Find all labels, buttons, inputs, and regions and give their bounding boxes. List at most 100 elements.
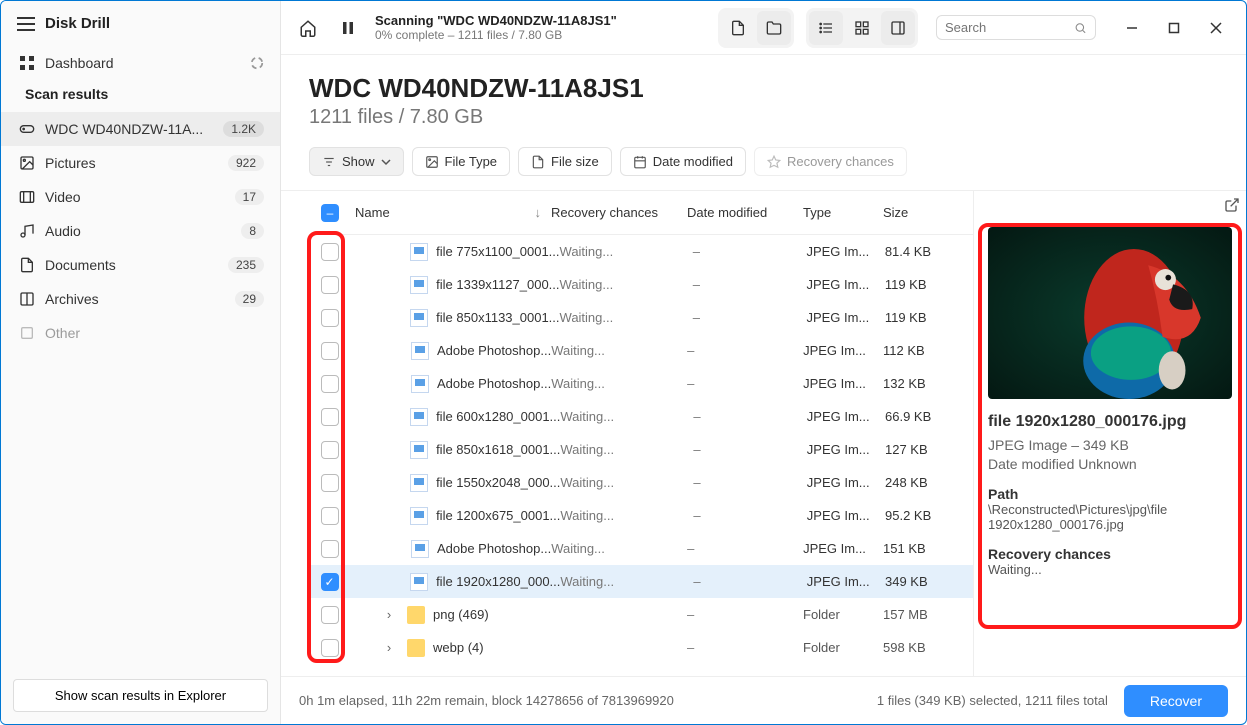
filesize-filter[interactable]: File size xyxy=(518,147,612,176)
open-external-icon[interactable] xyxy=(1224,197,1240,213)
row-checkbox[interactable] xyxy=(321,342,339,360)
filetype-filter[interactable]: File Type xyxy=(412,147,511,176)
titlebar: Scanning "WDC WD40NDZW-11A8JS1" 0% compl… xyxy=(281,1,1246,55)
search-input[interactable] xyxy=(945,20,1074,35)
window-maximize-button[interactable] xyxy=(1154,11,1194,45)
sidebar-item-count: 235 xyxy=(228,257,264,273)
view-panel-button[interactable] xyxy=(881,11,915,45)
window-minimize-button[interactable] xyxy=(1112,11,1152,45)
app-title: Disk Drill xyxy=(45,15,110,32)
file-button[interactable] xyxy=(721,11,755,45)
cell-type: JPEG Im... xyxy=(807,574,885,589)
preview-path-label: Path xyxy=(988,486,1232,502)
row-checkbox[interactable] xyxy=(321,408,339,426)
menu-icon[interactable] xyxy=(17,17,35,31)
pause-button[interactable] xyxy=(331,11,365,45)
row-checkbox[interactable] xyxy=(321,606,339,624)
jpeg-file-icon xyxy=(411,375,429,393)
column-recovery[interactable]: Recovery chances xyxy=(551,205,687,220)
recover-button[interactable]: Recover xyxy=(1124,685,1228,717)
cell-recovery: Waiting... xyxy=(560,508,693,523)
row-checkbox[interactable] xyxy=(321,441,339,459)
row-checkbox[interactable] xyxy=(321,540,339,558)
file-name: file 1550x2048_000... xyxy=(436,475,560,490)
table-row[interactable]: file 1550x2048_000... Waiting... – JPEG … xyxy=(309,466,973,499)
sidebar-item-drive[interactable]: WDC WD40NDZW-11A... 1.2K xyxy=(1,112,280,146)
cell-date: – xyxy=(693,244,807,259)
chevron-right-icon[interactable]: › xyxy=(383,640,395,655)
table-row-folder[interactable]: › png (469) – Folder 157 MB xyxy=(309,598,973,631)
filter-icon xyxy=(322,155,336,169)
table-row[interactable]: file 600x1280_0001... Waiting... – JPEG … xyxy=(309,400,973,433)
table-row[interactable]: file 1920x1280_000... Waiting... – JPEG … xyxy=(309,565,973,598)
recovery-filter[interactable]: Recovery chances xyxy=(754,147,907,176)
show-in-explorer-button[interactable]: Show scan results in Explorer xyxy=(13,679,268,712)
window-close-button[interactable] xyxy=(1196,11,1236,45)
sidebar-item-count: 17 xyxy=(235,189,264,205)
column-date[interactable]: Date modified xyxy=(687,205,803,220)
cell-recovery: Waiting... xyxy=(560,442,693,457)
cell-size: 151 KB xyxy=(883,541,973,556)
view-grid-button[interactable] xyxy=(845,11,879,45)
row-checkbox[interactable] xyxy=(321,243,339,261)
table-row-folder[interactable]: › webp (4) – Folder 598 KB xyxy=(309,631,973,664)
sidebar-item-count: 29 xyxy=(235,291,264,307)
table-row[interactable]: Adobe Photoshop... Waiting... – JPEG Im.… xyxy=(309,532,973,565)
cell-recovery: Waiting... xyxy=(560,574,693,589)
folder-button[interactable] xyxy=(757,11,791,45)
row-checkbox[interactable] xyxy=(321,309,339,327)
sidebar-item-other[interactable]: Other xyxy=(1,316,280,350)
table-row[interactable]: Adobe Photoshop... Waiting... – JPEG Im.… xyxy=(309,334,973,367)
sidebar-item-image[interactable]: Pictures 922 xyxy=(1,146,280,180)
drive-icon xyxy=(19,121,35,137)
sidebar-item-label: Video xyxy=(45,189,81,205)
sidebar-item-dashboard[interactable]: Dashboard xyxy=(1,46,280,80)
show-filter[interactable]: Show xyxy=(309,147,404,176)
view-list-button[interactable] xyxy=(809,11,843,45)
page-title: WDC WD40NDZW-11A8JS1 xyxy=(309,73,1218,104)
sidebar-item-label: Pictures xyxy=(45,155,96,171)
chevron-right-icon[interactable]: › xyxy=(383,607,395,622)
other-icon xyxy=(19,325,35,341)
cell-date: – xyxy=(693,508,806,523)
row-checkbox[interactable] xyxy=(321,639,339,657)
cell-type: JPEG Im... xyxy=(803,343,883,358)
doc-icon xyxy=(19,257,35,273)
table-row[interactable]: file 775x1100_0001... Waiting... – JPEG … xyxy=(309,235,973,268)
row-checkbox[interactable] xyxy=(321,276,339,294)
row-checkbox[interactable] xyxy=(321,474,339,492)
datemod-filter[interactable]: Date modified xyxy=(620,147,746,176)
table-row[interactable]: file 1200x675_0001... Waiting... – JPEG … xyxy=(309,499,973,532)
sidebar-item-audio[interactable]: Audio 8 xyxy=(1,214,280,248)
row-checkbox[interactable] xyxy=(321,375,339,393)
column-name[interactable]: Name↓ xyxy=(351,205,551,220)
image-icon xyxy=(19,155,35,171)
jpeg-file-icon xyxy=(410,309,428,327)
footer-selection: 1 files (349 KB) selected, 1211 files to… xyxy=(877,693,1108,708)
search-box[interactable] xyxy=(936,15,1096,40)
column-type[interactable]: Type xyxy=(803,205,883,220)
cell-size: 112 KB xyxy=(883,343,973,358)
table-row[interactable]: file 850x1133_0001... Waiting... – JPEG … xyxy=(309,301,973,334)
column-size[interactable]: Size xyxy=(883,205,973,220)
folder-icon xyxy=(407,606,425,624)
file-name: file 775x1100_0001... xyxy=(436,244,559,259)
table-row[interactable]: file 1339x1127_000... Waiting... – JPEG … xyxy=(309,268,973,301)
image-icon xyxy=(425,155,439,169)
file-name: Adobe Photoshop... xyxy=(437,376,551,391)
sidebar-item-video[interactable]: Video 17 xyxy=(1,180,280,214)
main: Scanning "WDC WD40NDZW-11A8JS1" 0% compl… xyxy=(281,1,1246,724)
row-checkbox[interactable] xyxy=(321,507,339,525)
jpeg-file-icon xyxy=(411,540,429,558)
table-row[interactable]: file 850x1618_0001... Waiting... – JPEG … xyxy=(309,433,973,466)
home-button[interactable] xyxy=(291,11,325,45)
sidebar-item-doc[interactable]: Documents 235 xyxy=(1,248,280,282)
sidebar-item-archive[interactable]: Archives 29 xyxy=(1,282,280,316)
select-all-checkbox[interactable]: – xyxy=(321,204,339,222)
sidebar-item-label: Other xyxy=(45,325,80,341)
cell-type: Folder xyxy=(803,640,883,655)
file-name: file 1920x1280_000... xyxy=(436,574,560,589)
table-row[interactable]: Adobe Photoshop... Waiting... – JPEG Im.… xyxy=(309,367,973,400)
jpeg-file-icon xyxy=(411,342,429,360)
row-checkbox[interactable] xyxy=(321,573,339,591)
